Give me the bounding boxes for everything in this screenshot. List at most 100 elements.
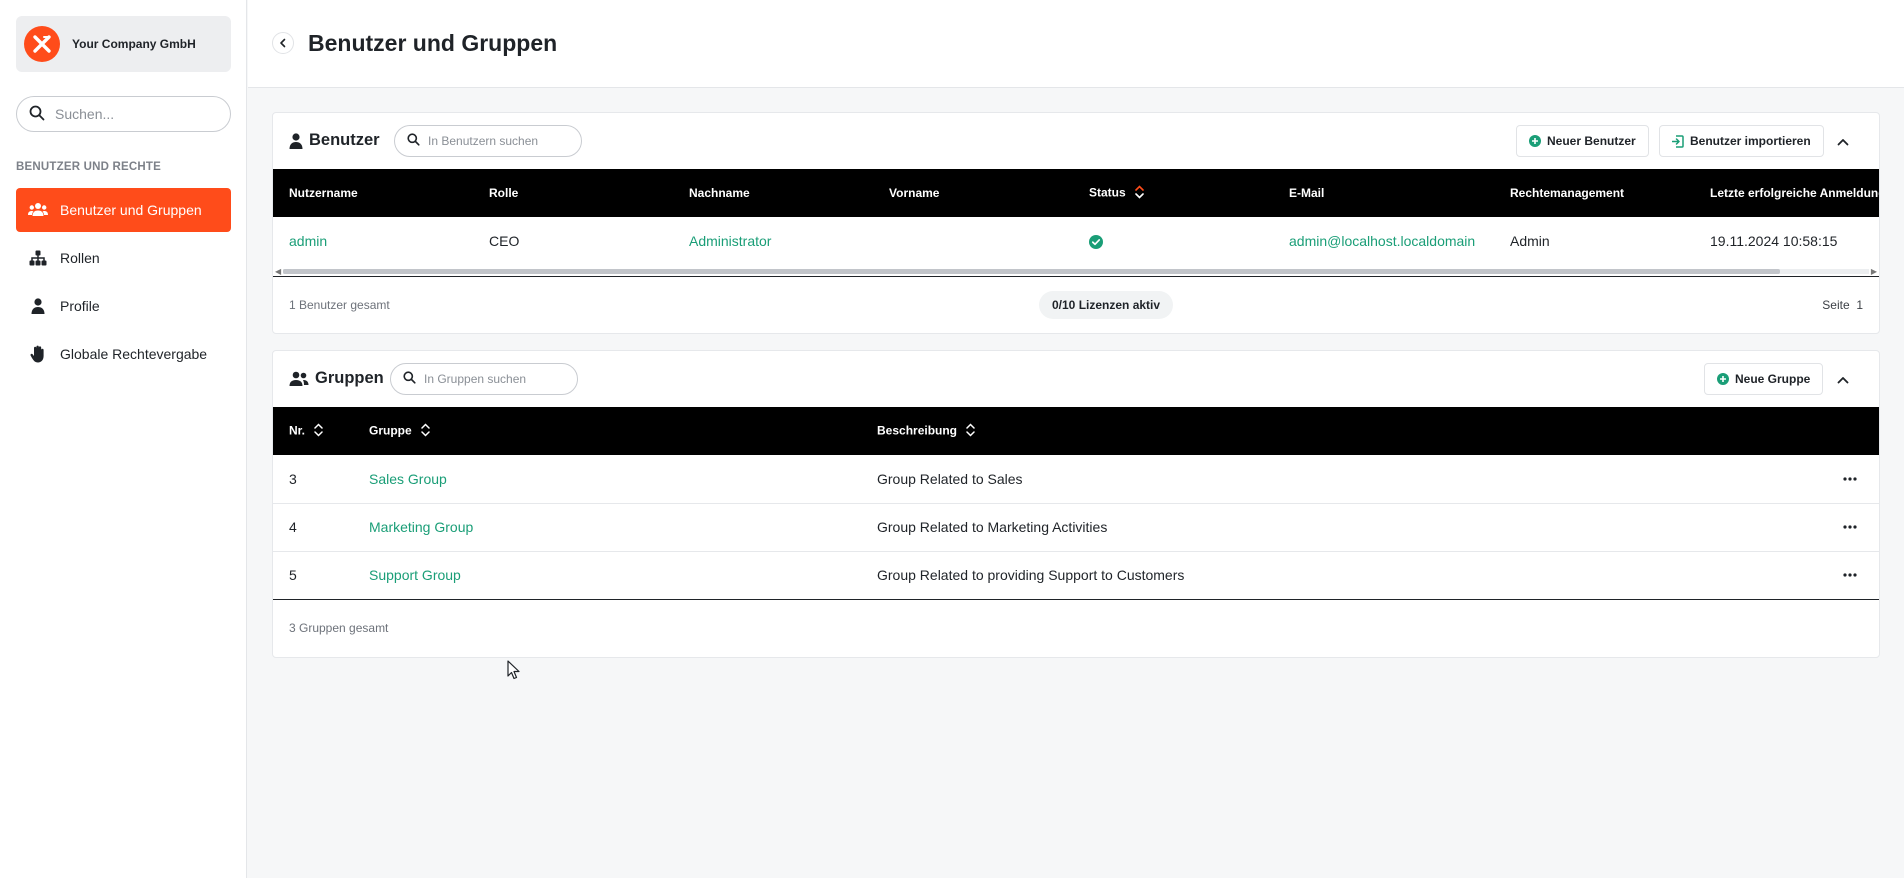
groups-card-footer: 3 Gruppen gesamt <box>273 600 1879 656</box>
sidebar-search[interactable] <box>16 96 231 132</box>
group-name-link[interactable]: Sales Group <box>369 471 447 487</box>
sidebar-item-profile[interactable]: Profile <box>16 284 231 328</box>
users-search-input[interactable] <box>428 134 558 148</box>
sort-icon <box>314 422 324 440</box>
sidebar-item-label: Benutzer und Gruppen <box>60 202 202 218</box>
rights-cell: Admin <box>1510 233 1550 249</box>
new-group-label: Neue Gruppe <box>1735 372 1811 386</box>
import-icon <box>1672 134 1684 148</box>
new-user-button[interactable]: Neuer Benutzer <box>1516 125 1649 157</box>
users-card-header: Benutzer Neuer Benutzer Benutzer importi… <box>273 113 1879 169</box>
sidebar-nav: Benutzer und Gruppen Rollen Profile Glob… <box>16 188 231 380</box>
person-icon <box>289 132 303 149</box>
groups-total: 3 Gruppen gesamt <box>289 620 389 635</box>
person-icon <box>28 296 48 316</box>
users-title-text: Benutzer <box>309 131 380 149</box>
group-nr-cell: 4 <box>273 503 353 552</box>
more-actions-icon[interactable] <box>1777 525 1879 529</box>
back-button[interactable] <box>272 32 294 54</box>
scroll-left-arrow-icon[interactable]: ◀ <box>275 267 281 276</box>
lastname-link[interactable]: Administrator <box>689 233 771 249</box>
firstname-cell <box>873 217 1073 265</box>
pagination: Seite 1 <box>1822 298 1863 312</box>
beschreibung-header-label: Beschreibung <box>877 423 958 438</box>
new-user-label: Neuer Benutzer <box>1547 134 1636 148</box>
column-header-vorname[interactable]: Vorname <box>873 169 1073 217</box>
company-name: Your Company GmbH <box>72 37 196 51</box>
users-collapse-button[interactable] <box>1827 125 1859 157</box>
groups-search-input[interactable] <box>424 372 554 386</box>
sidebar-item-label: Globale Rechtevergabe <box>60 346 208 362</box>
license-badge: 0/10 Lizenzen aktiv <box>1039 291 1174 319</box>
sidebar-item-globale-rechtevergabe[interactable]: Globale Rechtevergabe <box>16 332 231 376</box>
group-name-link[interactable]: Support Group <box>369 567 461 583</box>
sort-icon <box>421 422 430 440</box>
more-actions-icon[interactable] <box>1777 477 1879 481</box>
search-icon <box>29 105 45 124</box>
company-switcher[interactable]: Your Company GmbH <box>16 16 231 72</box>
users-total: 1 Benutzer gesamt <box>289 298 390 312</box>
groups-collapse-button[interactable] <box>1827 363 1859 395</box>
search-icon <box>403 371 416 387</box>
sidebar-item-label: Rollen <box>60 250 100 266</box>
column-header-rolle[interactable]: Rolle <box>473 169 673 217</box>
table-row[interactable]: 5 Support Group Group Related to providi… <box>273 551 1879 600</box>
column-header-letzte-anmeldung[interactable]: Letzte erfolgreiche Anmeldung <box>1694 169 1879 217</box>
table-row[interactable]: 3 Sales Group Group Related to Sales <box>273 455 1879 504</box>
search-icon <box>407 133 420 149</box>
groups-table: Nr. Gruppe Beschreibung 3 Sales Group Gr… <box>273 407 1879 600</box>
new-group-button[interactable]: Neue Gruppe <box>1704 363 1824 395</box>
group-description-cell: Group Related to providing Support to Cu… <box>861 551 1761 600</box>
groups-card: Gruppen Neue Gruppe Nr. <box>272 350 1880 658</box>
sort-icon <box>966 422 976 440</box>
scroll-right-arrow-icon[interactable]: ▶ <box>1871 267 1877 276</box>
column-header-nutzername[interactable]: Nutzername <box>273 169 473 217</box>
column-header-nr[interactable]: Nr. <box>273 407 353 455</box>
group-nr-cell: 3 <box>273 455 353 504</box>
table-row[interactable]: admin CEO Administrator admin@localhost.… <box>273 217 1879 265</box>
groups-card-header: Gruppen Neue Gruppe <box>273 351 1879 407</box>
column-header-rechtemanagement[interactable]: Rechtemanagement <box>1494 169 1694 217</box>
column-header-actions <box>1761 407 1879 455</box>
sidebar-item-benutzer-und-gruppen[interactable]: Benutzer und Gruppen <box>16 188 231 232</box>
users-table-header: Nutzername Rolle Nachname Vorname Status… <box>273 169 1879 217</box>
column-header-gruppe[interactable]: Gruppe <box>353 407 861 455</box>
users-icon <box>28 200 48 220</box>
username-link[interactable]: admin <box>289 233 327 249</box>
users-card: Benutzer Neuer Benutzer Benutzer importi… <box>272 112 1880 334</box>
users-card-title: Benutzer <box>289 131 380 150</box>
scrollbar-thumb[interactable] <box>283 269 1780 274</box>
page-number[interactable]: 1 <box>1856 298 1863 312</box>
groups-search[interactable] <box>390 363 578 395</box>
group-description-cell: Group Related to Marketing Activities <box>861 503 1761 552</box>
hierarchy-icon <box>28 248 48 268</box>
column-header-email[interactable]: E-Mail <box>1273 169 1494 217</box>
group-nr-cell: 5 <box>273 551 353 600</box>
status-cell <box>1073 217 1273 265</box>
email-link[interactable]: admin@localhost.localdomain <box>1289 233 1475 249</box>
group-description-cell: Group Related to Sales <box>861 455 1761 504</box>
chevron-up-icon <box>1837 133 1849 149</box>
more-actions-icon[interactable] <box>1777 573 1879 577</box>
page-header: Benutzer und Gruppen <box>248 0 1904 88</box>
sidebar-search-input[interactable] <box>55 106 215 122</box>
users-card-footer: 1 Benutzer gesamt 0/10 Lizenzen aktiv Se… <box>273 277 1879 333</box>
table-row[interactable]: 4 Marketing Group Group Related to Marke… <box>273 503 1879 552</box>
plus-circle-icon <box>1717 373 1729 385</box>
import-users-button[interactable]: Benutzer importieren <box>1659 125 1824 157</box>
column-header-status[interactable]: Status <box>1073 169 1273 217</box>
sidebar: Your Company GmbH BENUTZER UND RECHTE Be… <box>0 0 247 878</box>
last-login-cell: 19.11.2024 10:58:15 <box>1710 233 1838 249</box>
group-name-link[interactable]: Marketing Group <box>369 519 473 535</box>
sort-icon <box>1135 184 1144 202</box>
page-title: Benutzer und Gruppen <box>308 30 558 56</box>
users-search[interactable] <box>394 125 582 157</box>
mouse-cursor-icon <box>507 660 521 683</box>
sidebar-item-rollen[interactable]: Rollen <box>16 236 231 280</box>
chevron-left-icon <box>278 35 288 51</box>
section-label: BENUTZER UND RECHTE <box>16 161 161 173</box>
horizontal-scrollbar[interactable]: ◀ ▶ <box>273 265 1879 277</box>
column-header-beschreibung[interactable]: Beschreibung <box>861 407 1761 455</box>
sidebar-item-label: Profile <box>60 298 100 314</box>
column-header-nachname[interactable]: Nachname <box>673 169 873 217</box>
